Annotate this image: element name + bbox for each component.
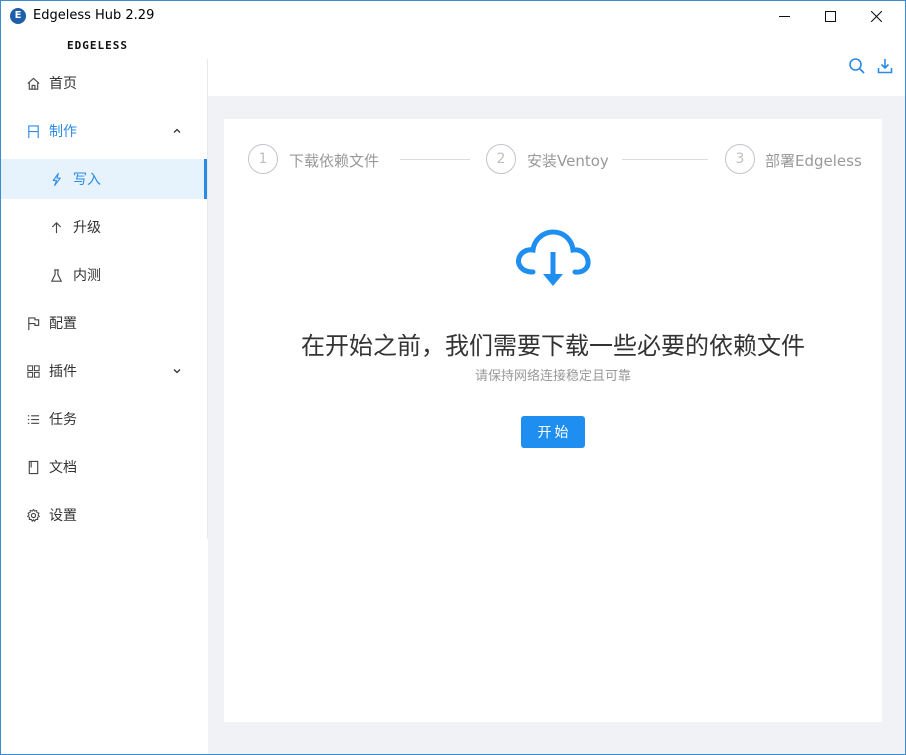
search-button[interactable]	[847, 56, 867, 76]
download-icon	[877, 59, 893, 74]
maximize-icon	[824, 11, 836, 22]
start-button[interactable]: 开始	[521, 416, 585, 448]
arrow-up-icon	[48, 219, 64, 235]
window-title: Edgeless Hub 2.29	[33, 8, 155, 23]
sidebar-item-plugins[interactable]: 插件	[1, 351, 207, 391]
chevron-down-icon	[171, 365, 183, 377]
sidebar-item-label: 内测	[73, 268, 101, 284]
download-button[interactable]	[875, 56, 895, 76]
sidebar-item-label: 首页	[49, 76, 77, 92]
title-bar[interactable]: E Edgeless Hub 2.29	[1, 1, 905, 33]
gear-icon	[25, 507, 41, 523]
step-3-circle: 3	[725, 144, 755, 174]
sidebar-item-label: 文档	[49, 460, 77, 476]
home-icon	[25, 75, 41, 91]
sidebar-item-tasks[interactable]: 任务	[1, 399, 207, 439]
close-icon	[870, 11, 882, 22]
step-2-label: 安装Ventoy	[527, 152, 609, 170]
header-toolbar	[208, 41, 905, 96]
sidebar-item-docs[interactable]: 文档	[1, 447, 207, 487]
close-button[interactable]	[853, 1, 899, 32]
minimize-icon	[778, 16, 790, 17]
sidebar: 首页 制作 写入 升级 内测 配置 插件 任务 文档 设置	[1, 59, 208, 539]
page-headline: 在开始之前，我们需要下载一些必要的依赖文件	[301, 332, 805, 360]
chevron-up-icon	[171, 125, 183, 137]
document-icon	[25, 459, 41, 475]
lightning-icon	[48, 171, 64, 187]
step-3-label: 部署Edgeless	[765, 152, 862, 170]
sidebar-item-label: 插件	[49, 364, 77, 380]
maximize-button[interactable]	[807, 1, 853, 32]
edgeless-logo: EDGELESS	[67, 39, 128, 52]
sidebar-item-label: 设置	[49, 508, 77, 524]
sidebar-item-label: 写入	[73, 172, 101, 188]
step-connector	[400, 159, 470, 160]
cloud-download-icon	[513, 228, 593, 292]
step-1-label: 下载依赖文件	[289, 152, 380, 170]
sidebar-item-label: 升级	[73, 220, 101, 236]
step-2-circle: 2	[486, 144, 516, 174]
sidebar-item-config[interactable]: 配置	[1, 303, 207, 343]
sidebar-item-label: 制作	[49, 124, 77, 140]
grid-icon	[25, 363, 41, 379]
search-icon	[849, 58, 865, 74]
list-icon	[25, 411, 41, 427]
sidebar-item-home[interactable]: 首页	[1, 63, 207, 103]
app-icon: E	[10, 8, 26, 24]
page-subline: 请保持网络连接稳定且可靠	[474, 369, 631, 384]
minimize-button[interactable]	[761, 1, 807, 32]
sidebar-item-label: 配置	[49, 316, 77, 332]
config-flag-icon	[25, 315, 41, 331]
sidebar-item-label: 任务	[49, 412, 77, 428]
flag-icon	[25, 123, 41, 139]
step-1-circle: 1	[248, 144, 278, 174]
sidebar-item-make[interactable]: 制作	[1, 111, 207, 151]
sidebar-item-beta[interactable]: 内测	[1, 255, 207, 295]
sidebar-item-settings[interactable]: 设置	[1, 495, 207, 535]
sidebar-item-write[interactable]: 写入	[1, 159, 207, 199]
sidebar-item-upgrade[interactable]: 升级	[1, 207, 207, 247]
step-connector	[622, 159, 708, 160]
flask-icon	[48, 267, 64, 283]
